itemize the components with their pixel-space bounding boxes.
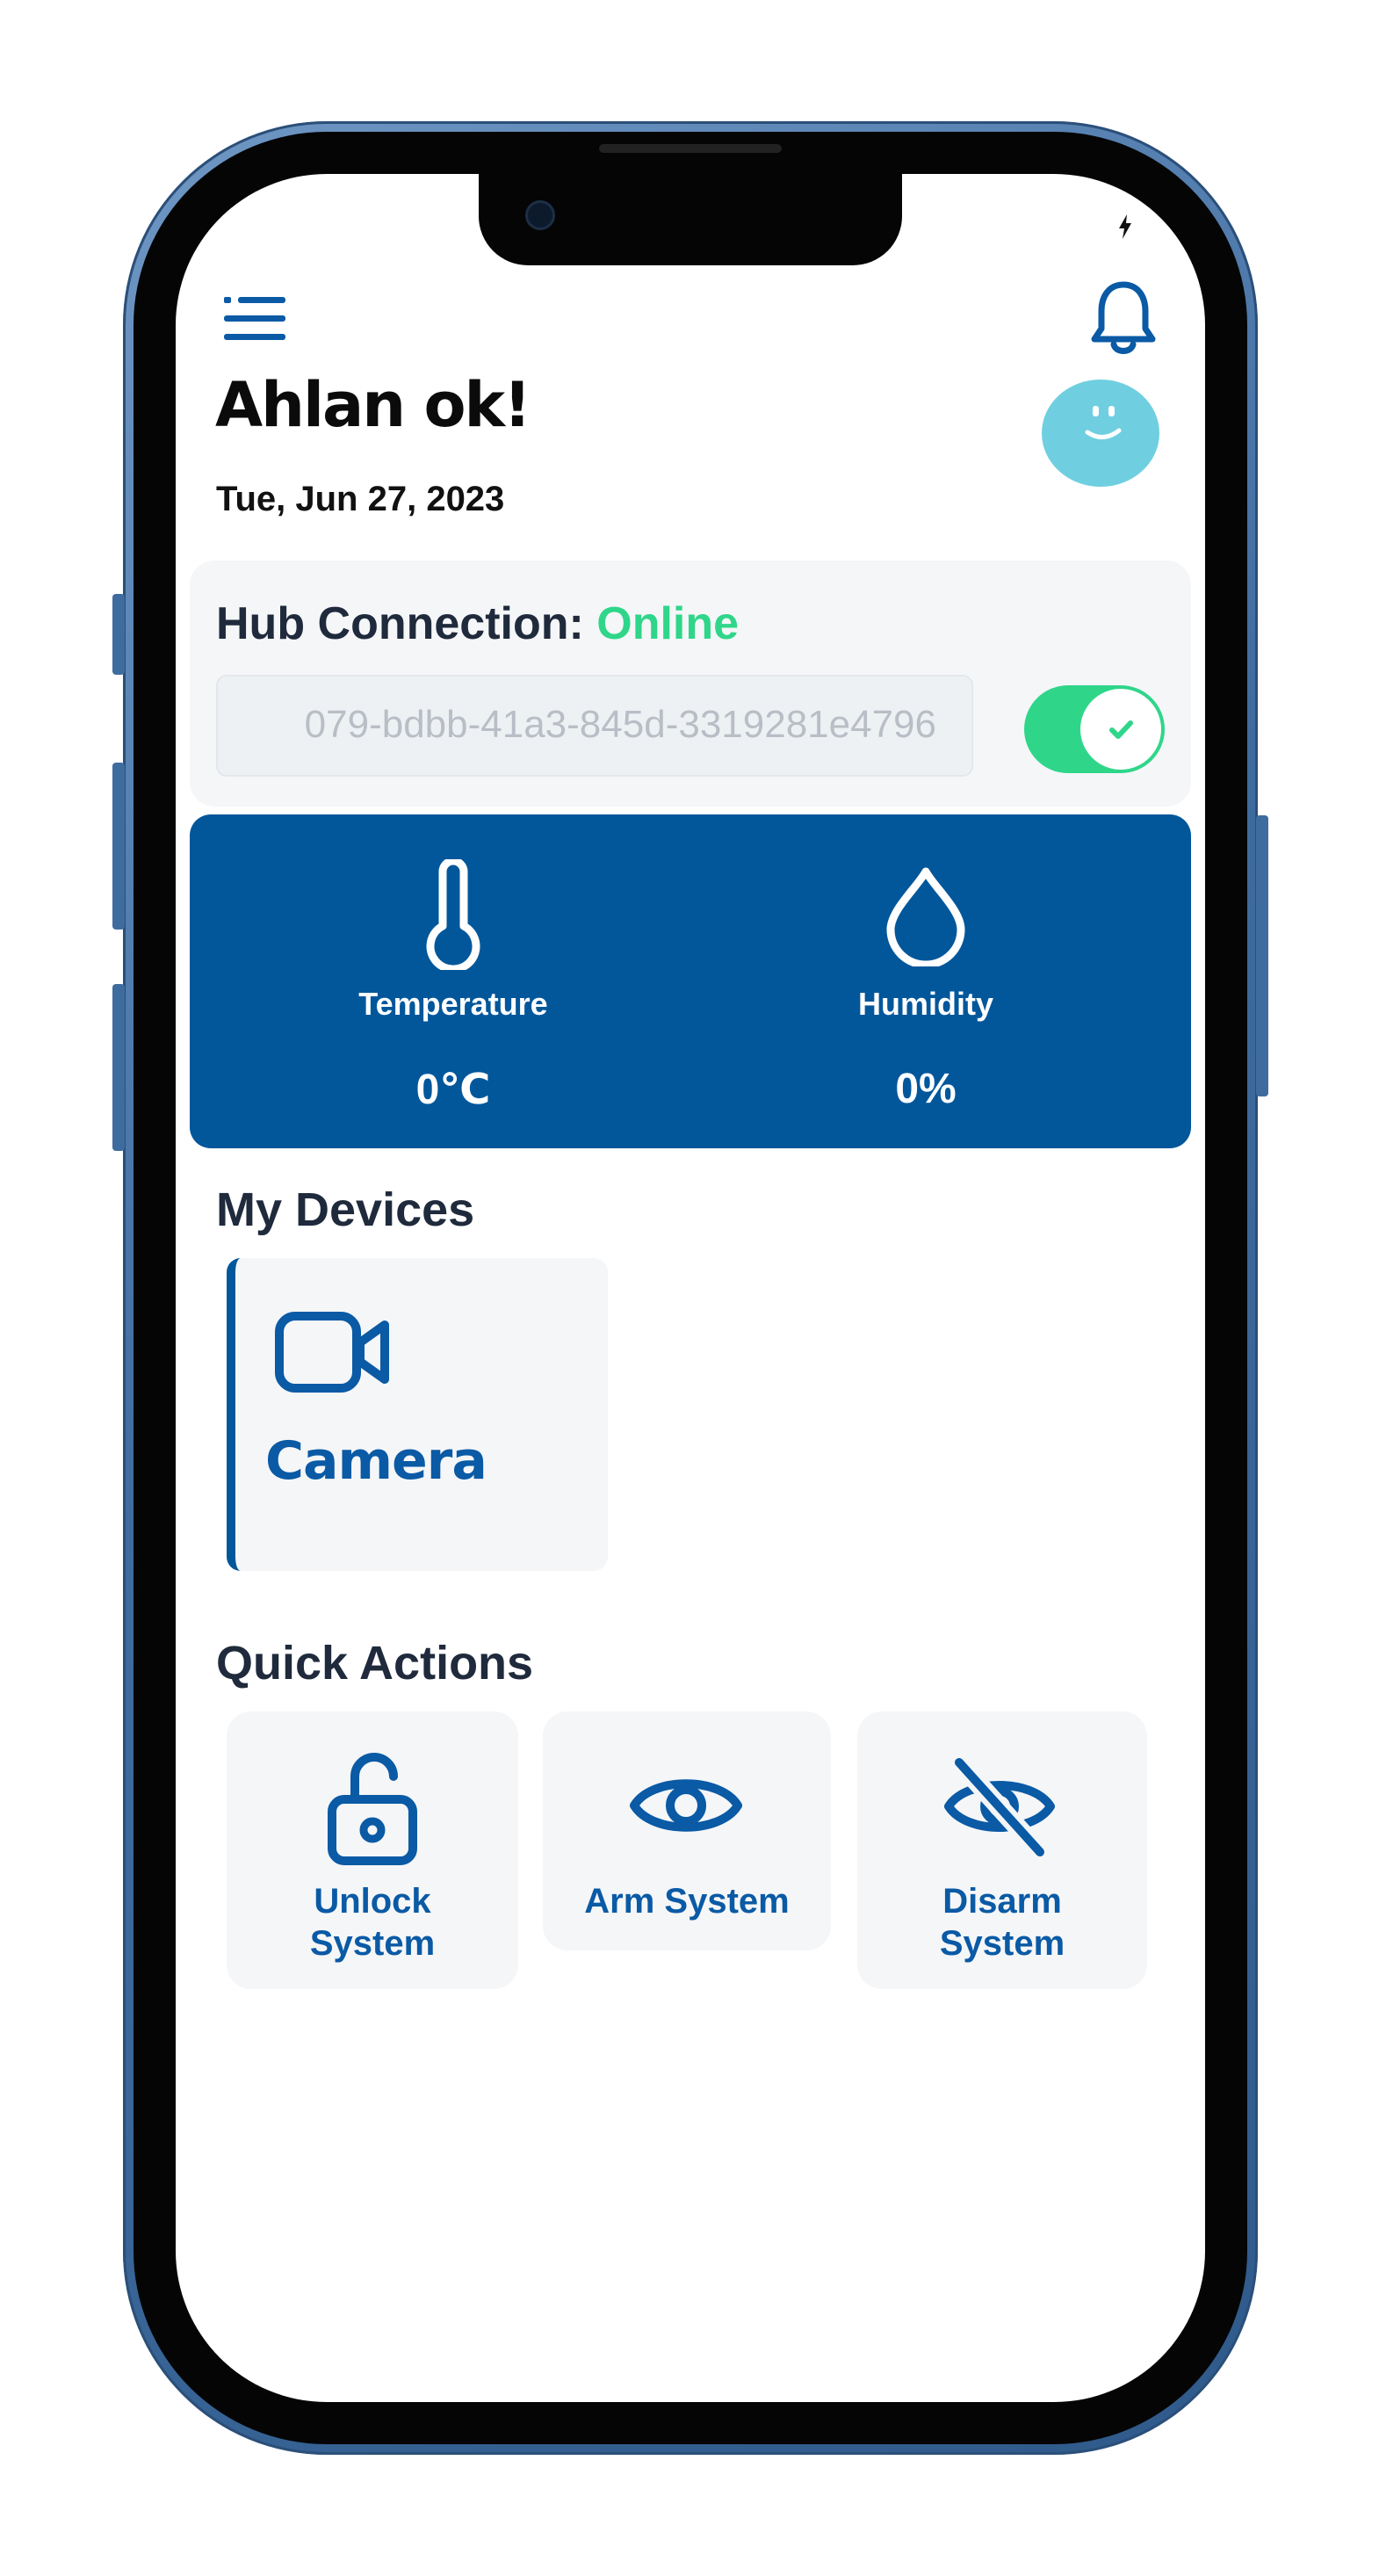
my-devices-title: My Devices (216, 1183, 475, 1236)
humidity-value: 0% (895, 1066, 957, 1112)
temperature-value: 0℃ (415, 1067, 491, 1113)
humidity-label: Humidity (857, 986, 993, 1022)
current-date: Tue, Jun 27, 2023 (216, 480, 505, 518)
notification-bell-icon[interactable] (1087, 279, 1159, 358)
quick-action-arm-label: Arm System (543, 1880, 831, 1922)
charging-bolt-icon (1119, 214, 1131, 239)
quick-action-disarm-label: Disarm System (857, 1880, 1147, 1965)
disarm-label-line1: Disarm (942, 1882, 1062, 1921)
avatar[interactable] (1042, 380, 1159, 487)
volume-up-button (112, 763, 125, 930)
video-camera-icon (275, 1312, 389, 1393)
quick-actions-title: Quick Actions (216, 1637, 534, 1690)
toggle-knob (1080, 689, 1161, 770)
smiley-face-icon (1085, 406, 1122, 439)
hub-id-value: 079-bdbb-41a3-845d-3319281e4796 (304, 703, 936, 746)
hub-connection-title: Hub Connection: Online (216, 597, 739, 650)
unlock-label-line2: System (309, 1924, 436, 1963)
thermometer-icon (426, 859, 480, 970)
eye-icon (630, 1779, 742, 1832)
hub-status-text: Online (596, 598, 740, 649)
front-camera (525, 200, 555, 230)
speaker-grille (599, 144, 782, 153)
hub-id-field[interactable]: 079-bdbb-41a3-845d-3319281e4796 (216, 675, 973, 777)
menu-icon[interactable] (224, 295, 285, 343)
water-drop-icon (886, 867, 965, 966)
check-icon (1109, 720, 1133, 739)
hub-connection-label: Hub Connection: (216, 598, 597, 649)
quick-action-unlock-label: Unlock System (227, 1880, 518, 1965)
device-label-camera: Camera (265, 1430, 487, 1492)
unlock-icon (328, 1753, 417, 1865)
arm-label-line1: Arm System (584, 1882, 790, 1921)
device-card-camera[interactable] (227, 1258, 608, 1571)
power-button (1256, 815, 1268, 1096)
mute-switch (112, 594, 125, 675)
eye-off-icon (944, 1755, 1055, 1859)
greeting-title: Ahlan ok! (215, 369, 531, 441)
disarm-label-line2: System (939, 1924, 1065, 1963)
hub-connection-toggle[interactable] (1024, 685, 1165, 773)
volume-down-button (112, 984, 125, 1151)
temperature-label: Temperature (358, 986, 548, 1022)
unlock-label-line1: Unlock (314, 1882, 431, 1921)
